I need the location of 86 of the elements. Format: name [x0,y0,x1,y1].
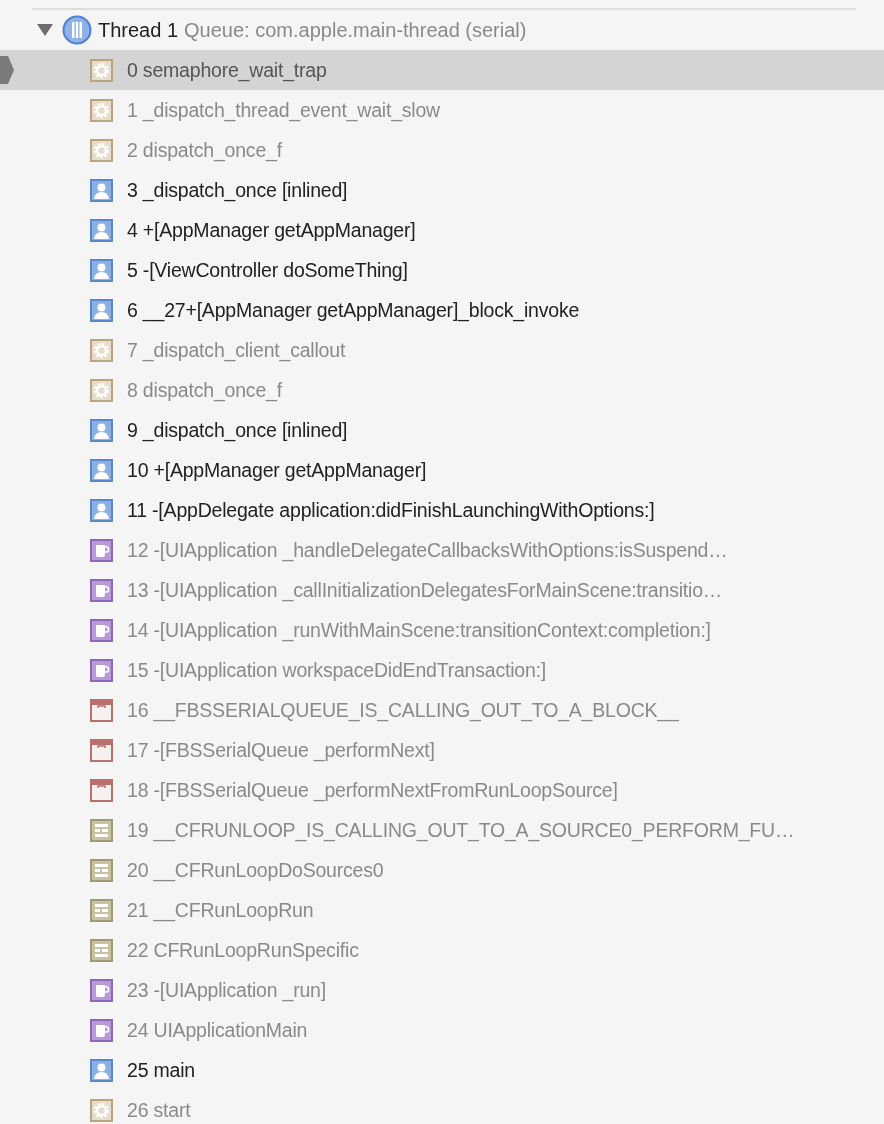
frame-row[interactable]: 7 _dispatch_client_callout [0,330,884,370]
frame-row[interactable]: 17 -[FBSSerialQueue _performNext] [0,730,884,770]
frame-label: 23 -[UIApplication _run] [127,978,326,1002]
frame-row[interactable]: 18 -[FBSSerialQueue _performNextFromRunLoopSource] [0,770,884,810]
queue-label: Queue: com.apple.main-thread (serial) [184,18,527,42]
frame-row[interactable]: 14 -[UIApplication _runWithMainScene:transitionContext:completion:] [0,610,884,650]
thread-icon [62,15,92,45]
frame-label: 2 dispatch_once_f [127,138,282,162]
mug-icon [90,658,113,682]
gear-icon [90,338,113,362]
frame-row[interactable]: 13 -[UIApplication _callInitializationDelegatesForMainScene:transitio… [0,570,884,610]
grid-icon [90,938,113,962]
frame-label: 22 CFRunLoopRunSpecific [127,938,359,962]
gear-icon [90,138,113,162]
mug-icon [90,1018,113,1042]
frame-label: 8 dispatch_once_f [127,378,282,402]
briefcase-icon [90,738,113,762]
person-icon [90,178,113,202]
frame-row[interactable]: 9 _dispatch_once [inlined] [0,410,884,450]
frame-row[interactable]: 15 -[UIApplication workspaceDidEndTransaction:] [0,650,884,690]
selected-frame-row[interactable]: 0 semaphore_wait_trap [0,50,884,90]
instruction-pointer-icon [0,56,14,84]
person-icon [90,458,113,482]
frame-row[interactable]: 26 start [0,1090,884,1124]
mug-icon [90,978,113,1002]
frame-row[interactable]: 11 -[AppDelegate application:didFinishLaunchingWithOptions:] [0,490,884,530]
frame-label: 24 UIApplicationMain [127,1018,308,1042]
frame-row[interactable]: 22 CFRunLoopRunSpecific [0,930,884,970]
grid-icon [90,858,113,882]
frame-row[interactable]: 10 +[AppManager getAppManager] [0,450,884,490]
frame-row[interactable]: 19 __CFRUNLOOP_IS_CALLING_OUT_TO_A_SOURCE0_PERFORM_FU… [0,810,884,850]
frame-row[interactable]: 6 __27+[AppManager getAppManager]_block_invoke [0,290,884,330]
frame-label: 9 _dispatch_once [inlined] [127,418,348,442]
frame-row[interactable]: 16 __FBSSERIALQUEUE_IS_CALLING_OUT_TO_A_BLOCK__ [0,690,884,730]
frame-label: 5 -[ViewController doSomeThing] [127,258,408,282]
frame-row[interactable]: 2 dispatch_once_f [0,130,884,170]
frame-row[interactable]: 12 -[UIApplication _handleDelegateCallbacksWithOptions:isSuspend… [0,530,884,570]
gear-icon [90,98,113,122]
frame-row[interactable]: 1 _dispatch_thread_event_wait_slow [0,90,884,130]
briefcase-icon [90,778,113,802]
briefcase-icon [90,698,113,722]
frame-label: 18 -[FBSSerialQueue _performNextFromRunLoopSource] [127,778,618,802]
gear-icon [90,1098,113,1122]
frame-label: 10 +[AppManager getAppManager] [127,458,427,482]
frame-label: 3 _dispatch_once [inlined] [127,178,348,202]
frame-label: 21 __CFRunLoopRun [127,898,314,922]
frame-label: 20 __CFRunLoopDoSources0 [127,858,384,882]
frame-label: 19 __CFRUNLOOP_IS_CALLING_OUT_TO_A_SOURCE0_PERFORM_FU… [127,818,795,842]
mug-icon [90,578,113,602]
frame-label: 11 -[AppDelegate application:didFinishLaunchingWithOptions:] [127,498,655,522]
frame-row[interactable]: 24 UIApplicationMain [0,1010,884,1050]
mug-icon [90,538,113,562]
person-icon [90,218,113,242]
gear-icon [90,58,113,82]
person-icon [90,1058,113,1082]
frame-label: 15 -[UIApplication workspaceDidEndTransaction:] [127,658,547,682]
frame-label: 0 semaphore_wait_trap [127,58,327,82]
person-icon [90,258,113,282]
frame-label: 7 _dispatch_client_callout [127,338,346,362]
frame-label: 13 -[UIApplication _callInitializationDelegatesForMainScene:transitio… [127,578,723,602]
frame-label: 4 +[AppManager getAppManager] [127,218,416,242]
person-icon [90,498,113,522]
grid-icon [90,818,113,842]
thread-name: Thread 1 [98,18,179,42]
mug-icon [90,618,113,642]
disclosure-triangle-icon[interactable] [36,23,54,37]
grid-icon [90,898,113,922]
frame-row[interactable]: 25 main [0,1050,884,1090]
frame-row[interactable]: 20 __CFRunLoopDoSources0 [0,850,884,890]
frame-label: 12 -[UIApplication _handleDelegateCallbacksWithOptions:isSuspend… [127,538,728,562]
frame-row[interactable]: 5 -[ViewController doSomeThing] [0,250,884,290]
frame-label: 26 start [127,1098,191,1122]
frame-row[interactable]: 4 +[AppManager getAppManager] [0,210,884,250]
frame-label: 17 -[FBSSerialQueue _performNext] [127,738,435,762]
frame-label: 14 -[UIApplication _runWithMainScene:transitionContext:completion:] [127,618,711,642]
gear-icon [90,378,113,402]
person-icon [90,418,113,442]
frame-label: 1 _dispatch_thread_event_wait_slow [127,98,440,122]
frame-row[interactable]: 8 dispatch_once_f [0,370,884,410]
frame-row[interactable]: 3 _dispatch_once [inlined] [0,170,884,210]
frame-label: 6 __27+[AppManager getAppManager]_block_invoke [127,298,580,322]
frame-label: 16 __FBSSERIALQUEUE_IS_CALLING_OUT_TO_A_BLOCK__ [127,698,679,722]
frame-row[interactable]: 23 -[UIApplication _run] [0,970,884,1010]
person-icon [90,298,113,322]
frame-row[interactable]: 21 __CFRunLoopRun [0,890,884,930]
frame-label: 25 main [127,1058,195,1082]
